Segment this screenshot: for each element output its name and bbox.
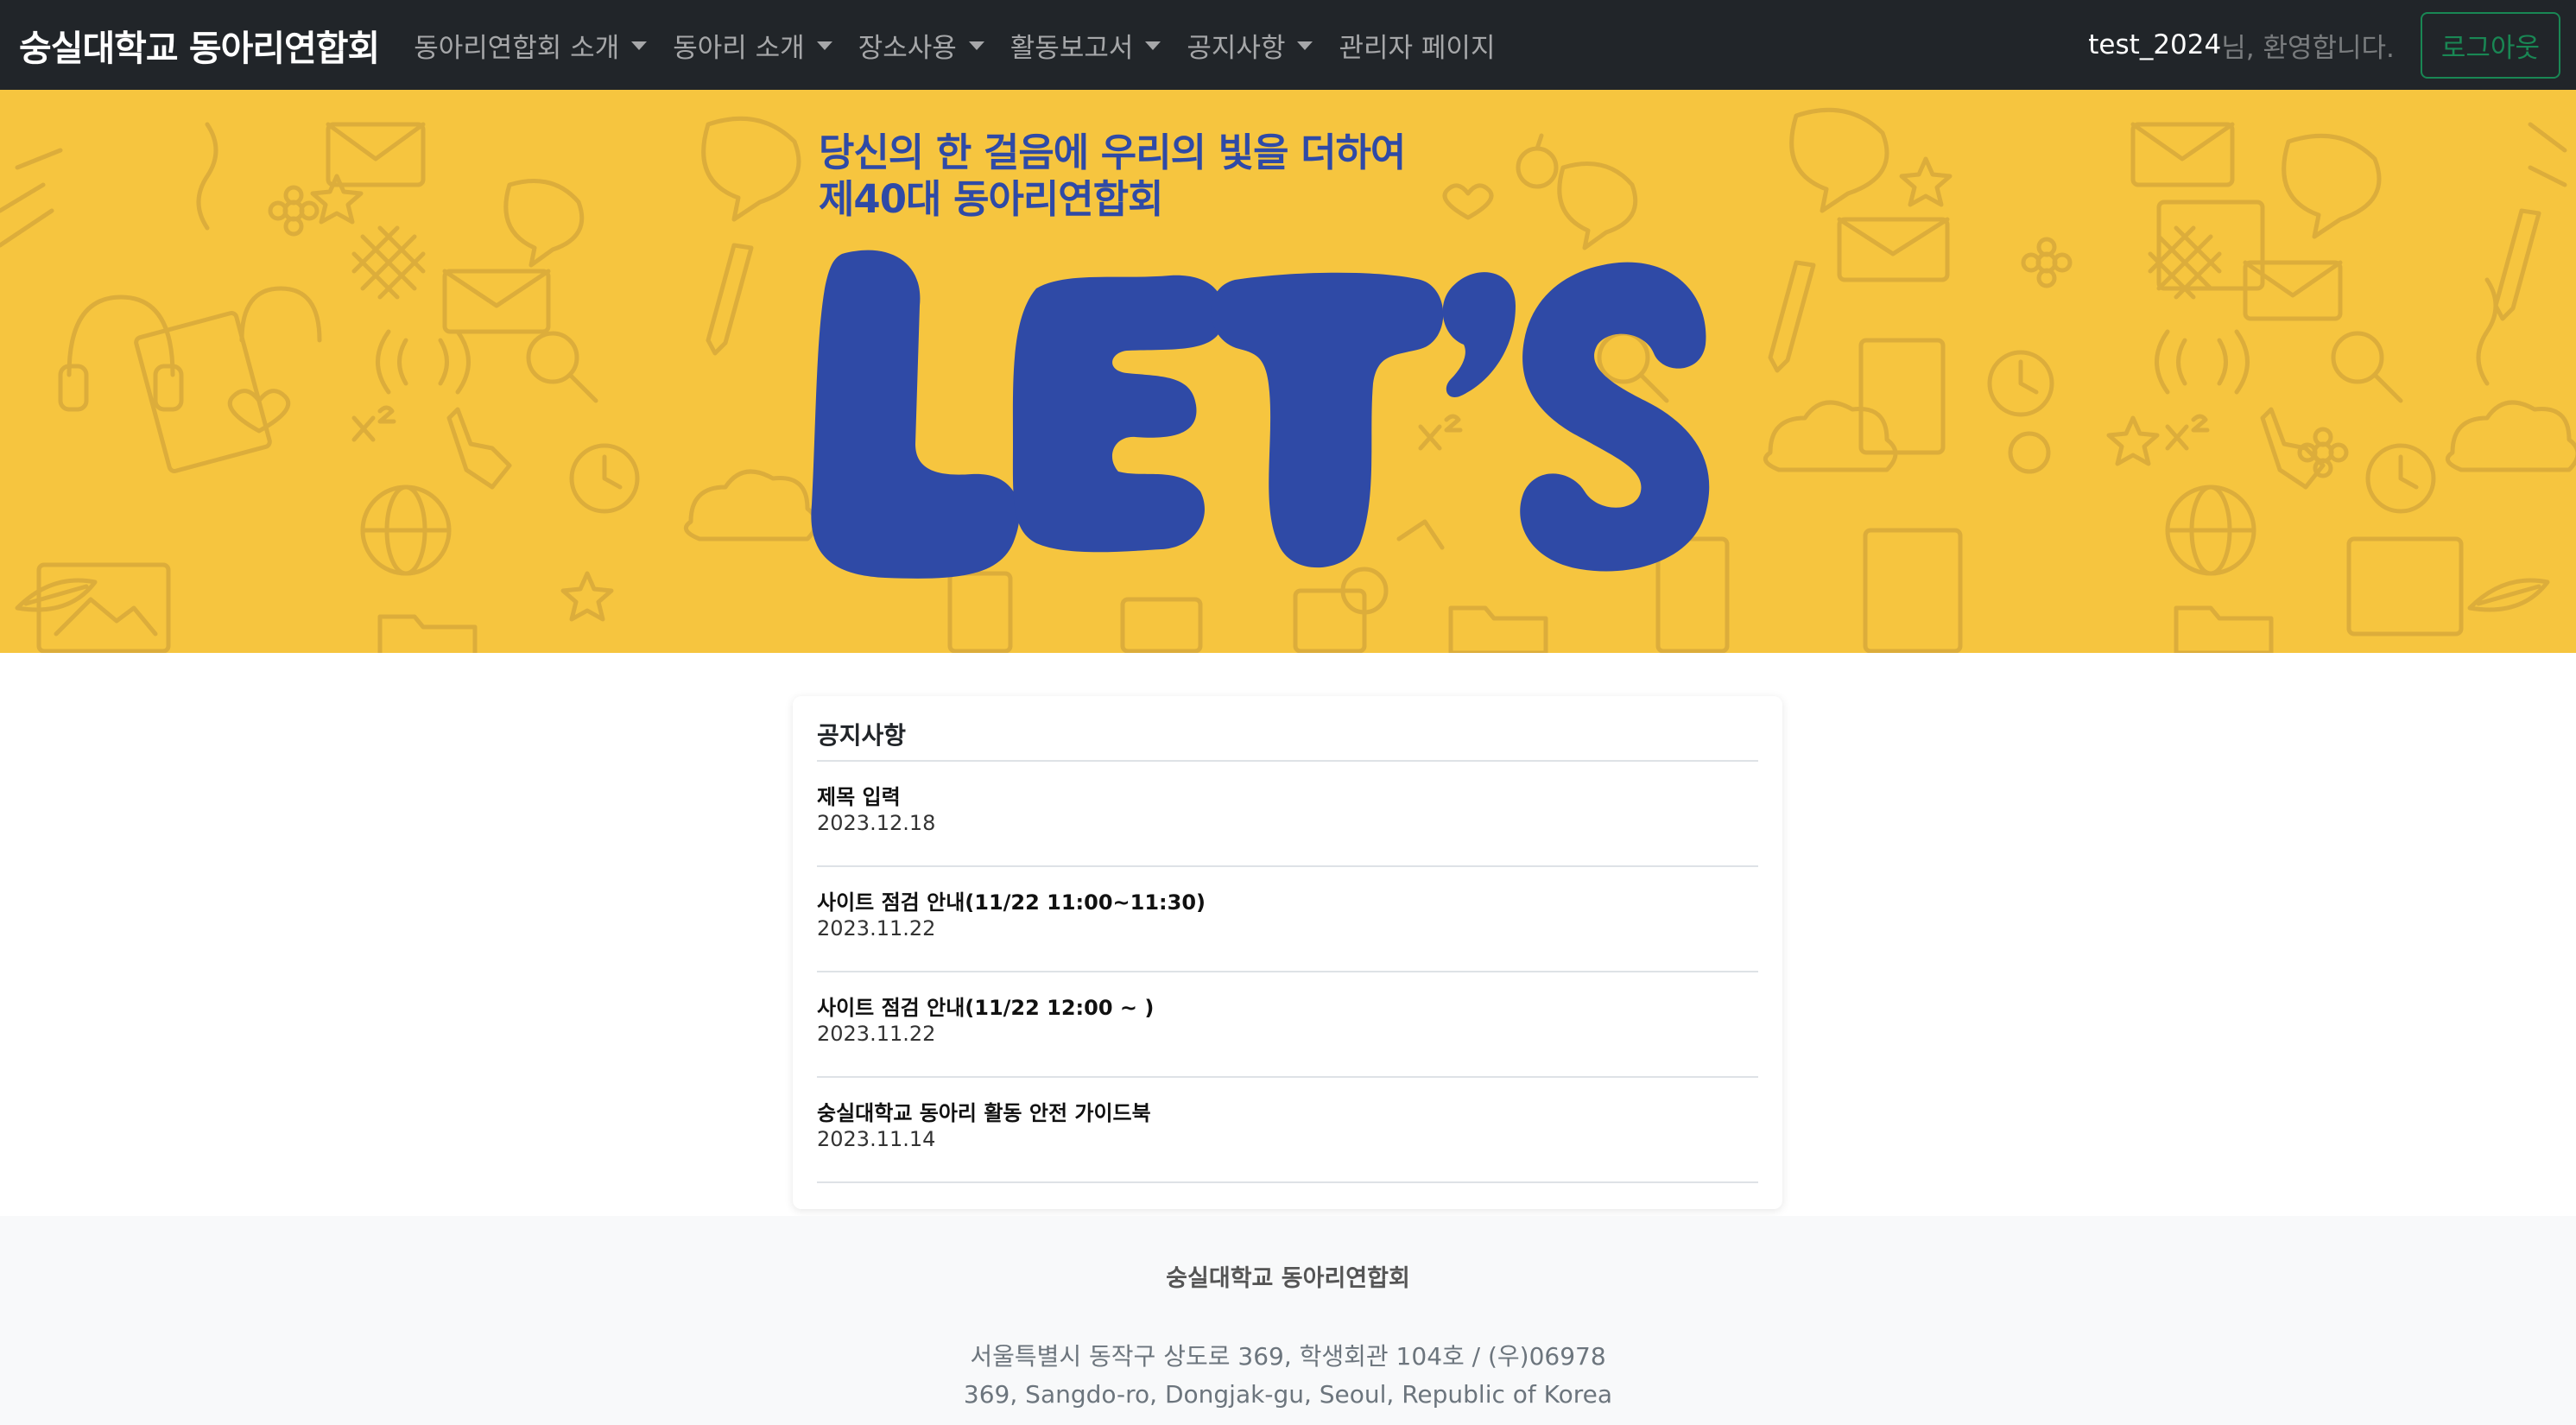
notice-date: 2023.11.22 [817,916,936,940]
notice-title: 사이트 점검 안내(11/22 11:00~11:30) [817,890,1206,915]
banner-tagline: 당신의 한 걸음에 우리의 빛을 더하여 제40대 동아리연합회 [819,130,1406,223]
caret-down-icon [1145,41,1161,50]
notice-date: 2023.11.14 [817,1127,936,1151]
main-menu: 동아리연합회 소개 동아리 소개 장소사용 활동보고서 공지사항 관리자 페이지 [414,26,1521,65]
notice-title: 제목 입력 [817,785,901,809]
notice-item[interactable]: 숭실대학교 동아리 활동 안전 가이드북 2023.11.14 [817,1078,1758,1183]
notice-date: 2023.12.18 [817,811,936,835]
menu-label: 장소사용 [858,32,957,64]
user-area: test_2024 님, 환영합니다. 로그아웃 [2088,0,2560,90]
menu-label: 공지사항 [1187,32,1286,64]
site-footer: 숭실대학교 동아리연합회 서울특별시 동작구 상도로 369, 학생회관 104… [0,1216,2576,1425]
notice-card: 공지사항 제목 입력 2023.12.18 사이트 점검 안내(11/22 11… [793,696,1782,1209]
notice-item[interactable]: 사이트 점검 안내(11/22 11:00~11:30) 2023.11.22 [817,867,1758,972]
footer-address-en: 369, Sangdo-ro, Dongjak-gu, Seoul, Repub… [963,1380,1613,1409]
menu-label: 관리자 페이지 [1339,32,1496,64]
footer-address: 서울특별시 동작구 상도로 369, 학생회관 104호 / (우)06978 … [0,1338,2576,1414]
lets-logo [807,245,1714,582]
notice-item[interactable]: 제목 입력 2023.12.18 [817,762,1758,867]
hero-banner: 당신의 한 걸음에 우리의 빛을 더하여 제40대 동아리연합회 [0,90,2576,653]
caret-down-icon [631,41,648,50]
menu-activity-report[interactable]: 활동보고서 [1010,26,1161,65]
menu-council-intro[interactable]: 동아리연합회 소개 [414,26,648,65]
menu-club-intro[interactable]: 동아리 소개 [673,26,832,65]
menu-label: 활동보고서 [1010,32,1134,64]
caret-down-icon [1297,41,1313,50]
tagline-line-1: 당신의 한 걸음에 우리의 빛을 더하여 [819,130,1406,175]
notice-title: 사이트 점검 안내(11/22 12:00 ~ ) [817,996,1155,1020]
menu-admin-page[interactable]: 관리자 페이지 [1339,26,1495,65]
notice-title: 숭실대학교 동아리 활동 안전 가이드북 [817,1101,1151,1125]
tagline-line-2: 제40대 동아리연합회 [819,176,1164,222]
notice-date: 2023.11.22 [817,1022,936,1046]
menu-label: 동아리 소개 [673,32,805,64]
footer-address-ko: 서울특별시 동작구 상도로 369, 학생회관 104호 / (우)06978 [970,1342,1606,1371]
caret-down-icon [816,41,832,50]
menu-place-use[interactable]: 장소사용 [858,26,984,65]
site-brand[interactable]: 숭실대학교 동아리연합회 [19,19,380,71]
welcome-text: 님, 환영합니다. [2221,32,2395,64]
footer-org-name: 숭실대학교 동아리연합회 [1166,1265,1410,1292]
logout-button[interactable]: 로그아웃 [2420,11,2560,79]
caret-down-icon [968,41,984,50]
top-navbar: 숭실대학교 동아리연합회 동아리연합회 소개 동아리 소개 장소사용 활동보고서… [0,0,2576,90]
notice-card-title: 공지사항 [817,696,1758,762]
menu-label: 동아리연합회 소개 [414,32,620,64]
menu-notices[interactable]: 공지사항 [1187,26,1313,65]
notice-item[interactable]: 사이트 점검 안내(11/22 12:00 ~ ) 2023.11.22 [817,972,1758,1078]
user-name: test_2024 [2088,29,2222,60]
